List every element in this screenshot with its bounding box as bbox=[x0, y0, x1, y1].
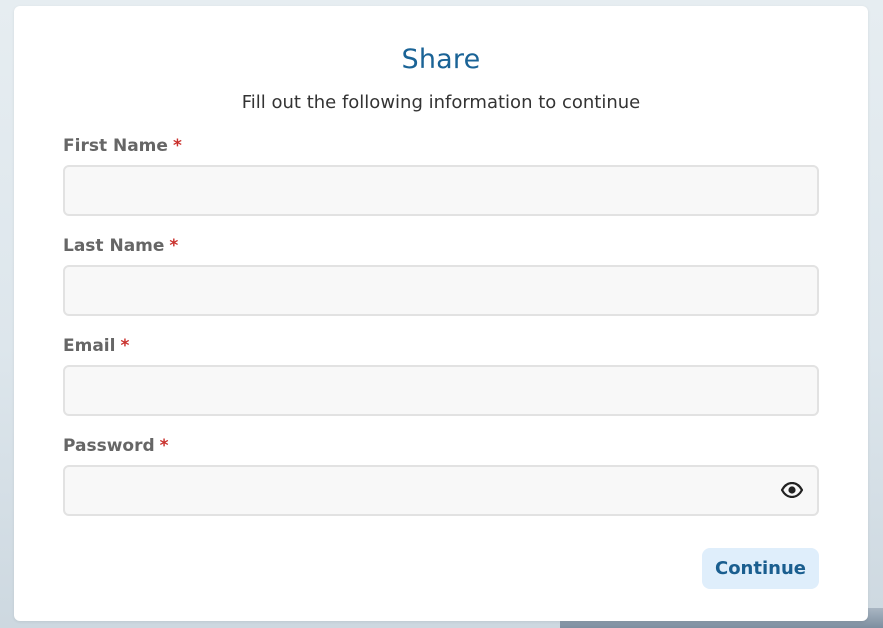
required-marker: * bbox=[159, 436, 169, 456]
required-marker: * bbox=[169, 236, 179, 256]
dialog-subtitle: Fill out the following information to co… bbox=[241, 92, 641, 113]
required-marker: * bbox=[172, 136, 182, 156]
eye-icon[interactable] bbox=[780, 480, 804, 500]
first-name-label-text: First Name bbox=[63, 136, 168, 156]
password-label-text: Password bbox=[63, 436, 155, 456]
last-name-label-text: Last Name bbox=[63, 236, 165, 256]
password-input[interactable] bbox=[63, 465, 819, 516]
email-input[interactable] bbox=[63, 365, 819, 416]
share-dialog: Share Fill out the following information… bbox=[14, 6, 868, 621]
last-name-label: Last Name * bbox=[63, 236, 178, 256]
last-name-input[interactable] bbox=[63, 265, 819, 316]
required-marker: * bbox=[120, 336, 130, 356]
email-label: Email * bbox=[63, 336, 129, 356]
continue-button[interactable]: Continue bbox=[702, 548, 819, 589]
email-label-text: Email bbox=[63, 336, 116, 356]
first-name-label: First Name * bbox=[63, 136, 182, 156]
password-label: Password * bbox=[63, 436, 169, 456]
dialog-title: Share bbox=[401, 44, 481, 75]
first-name-input[interactable] bbox=[63, 165, 819, 216]
